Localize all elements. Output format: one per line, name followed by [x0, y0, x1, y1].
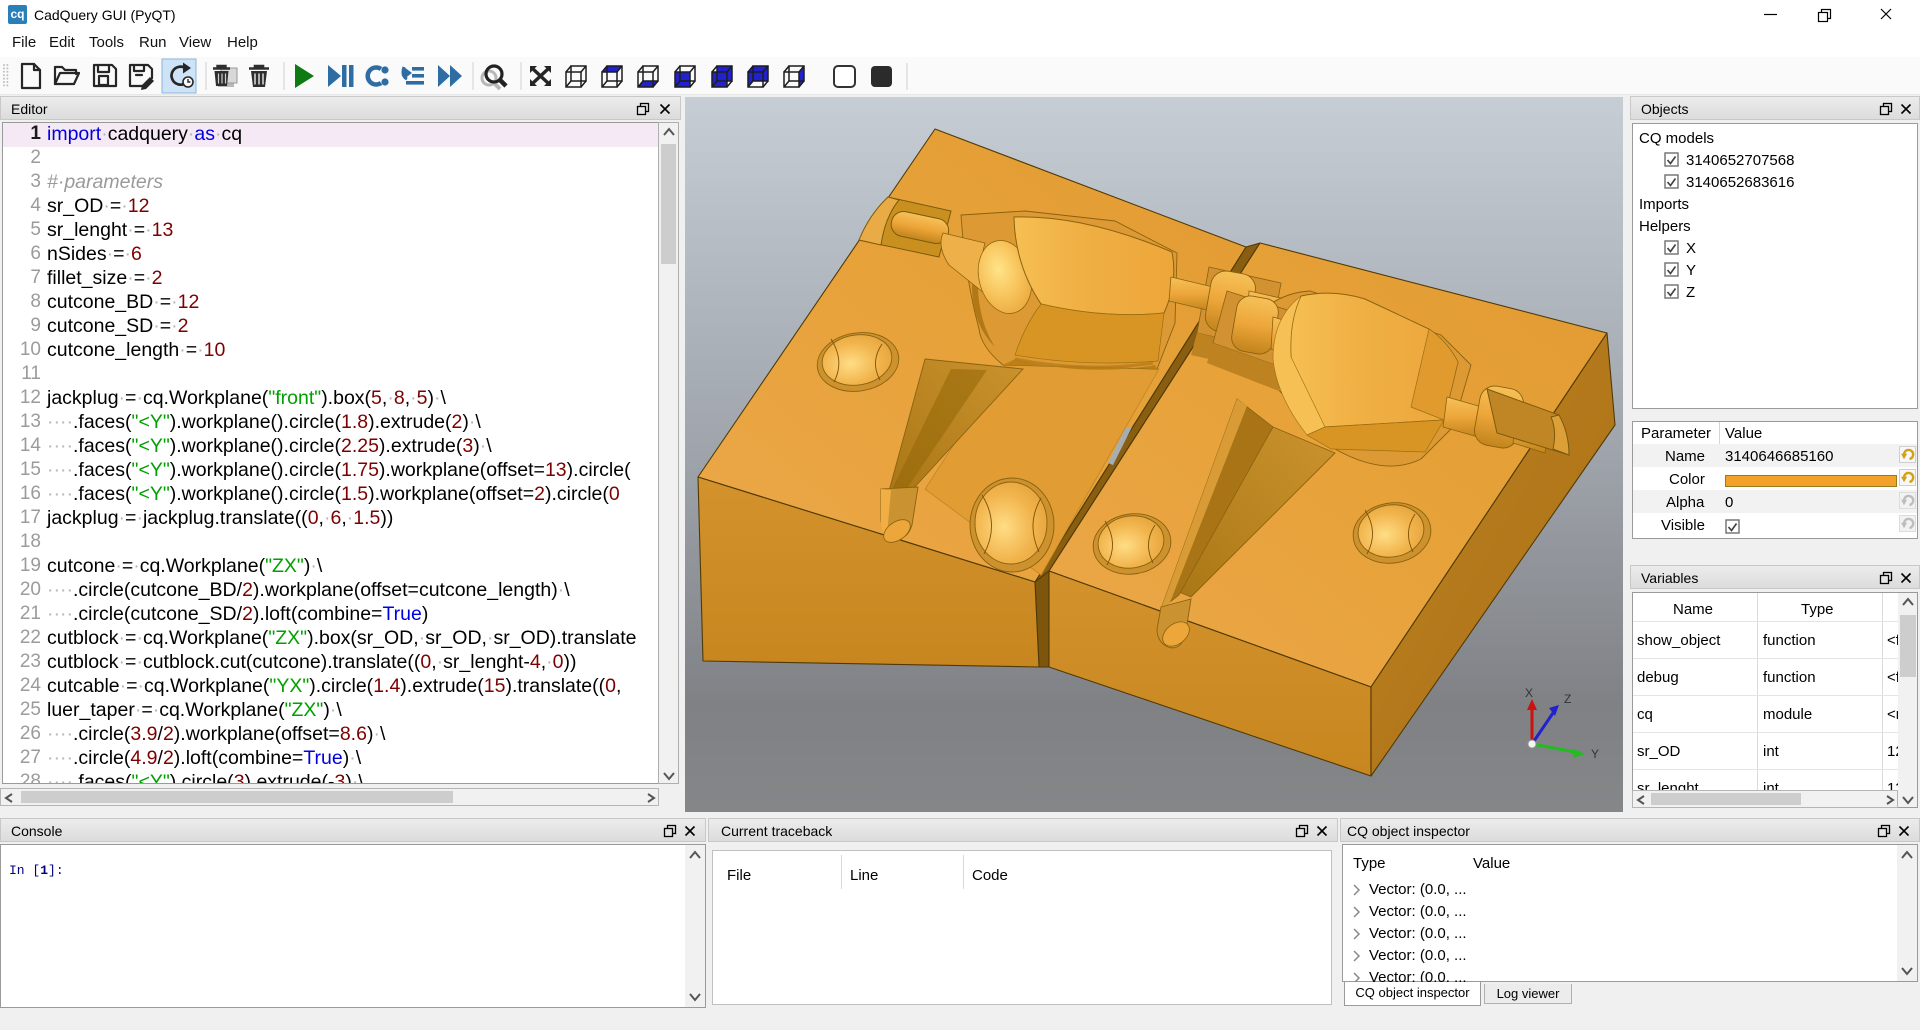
- svg-text:X: X: [1525, 686, 1533, 700]
- svg-text:Y: Y: [1591, 747, 1599, 761]
- svg-text:Z: Z: [1564, 692, 1571, 706]
